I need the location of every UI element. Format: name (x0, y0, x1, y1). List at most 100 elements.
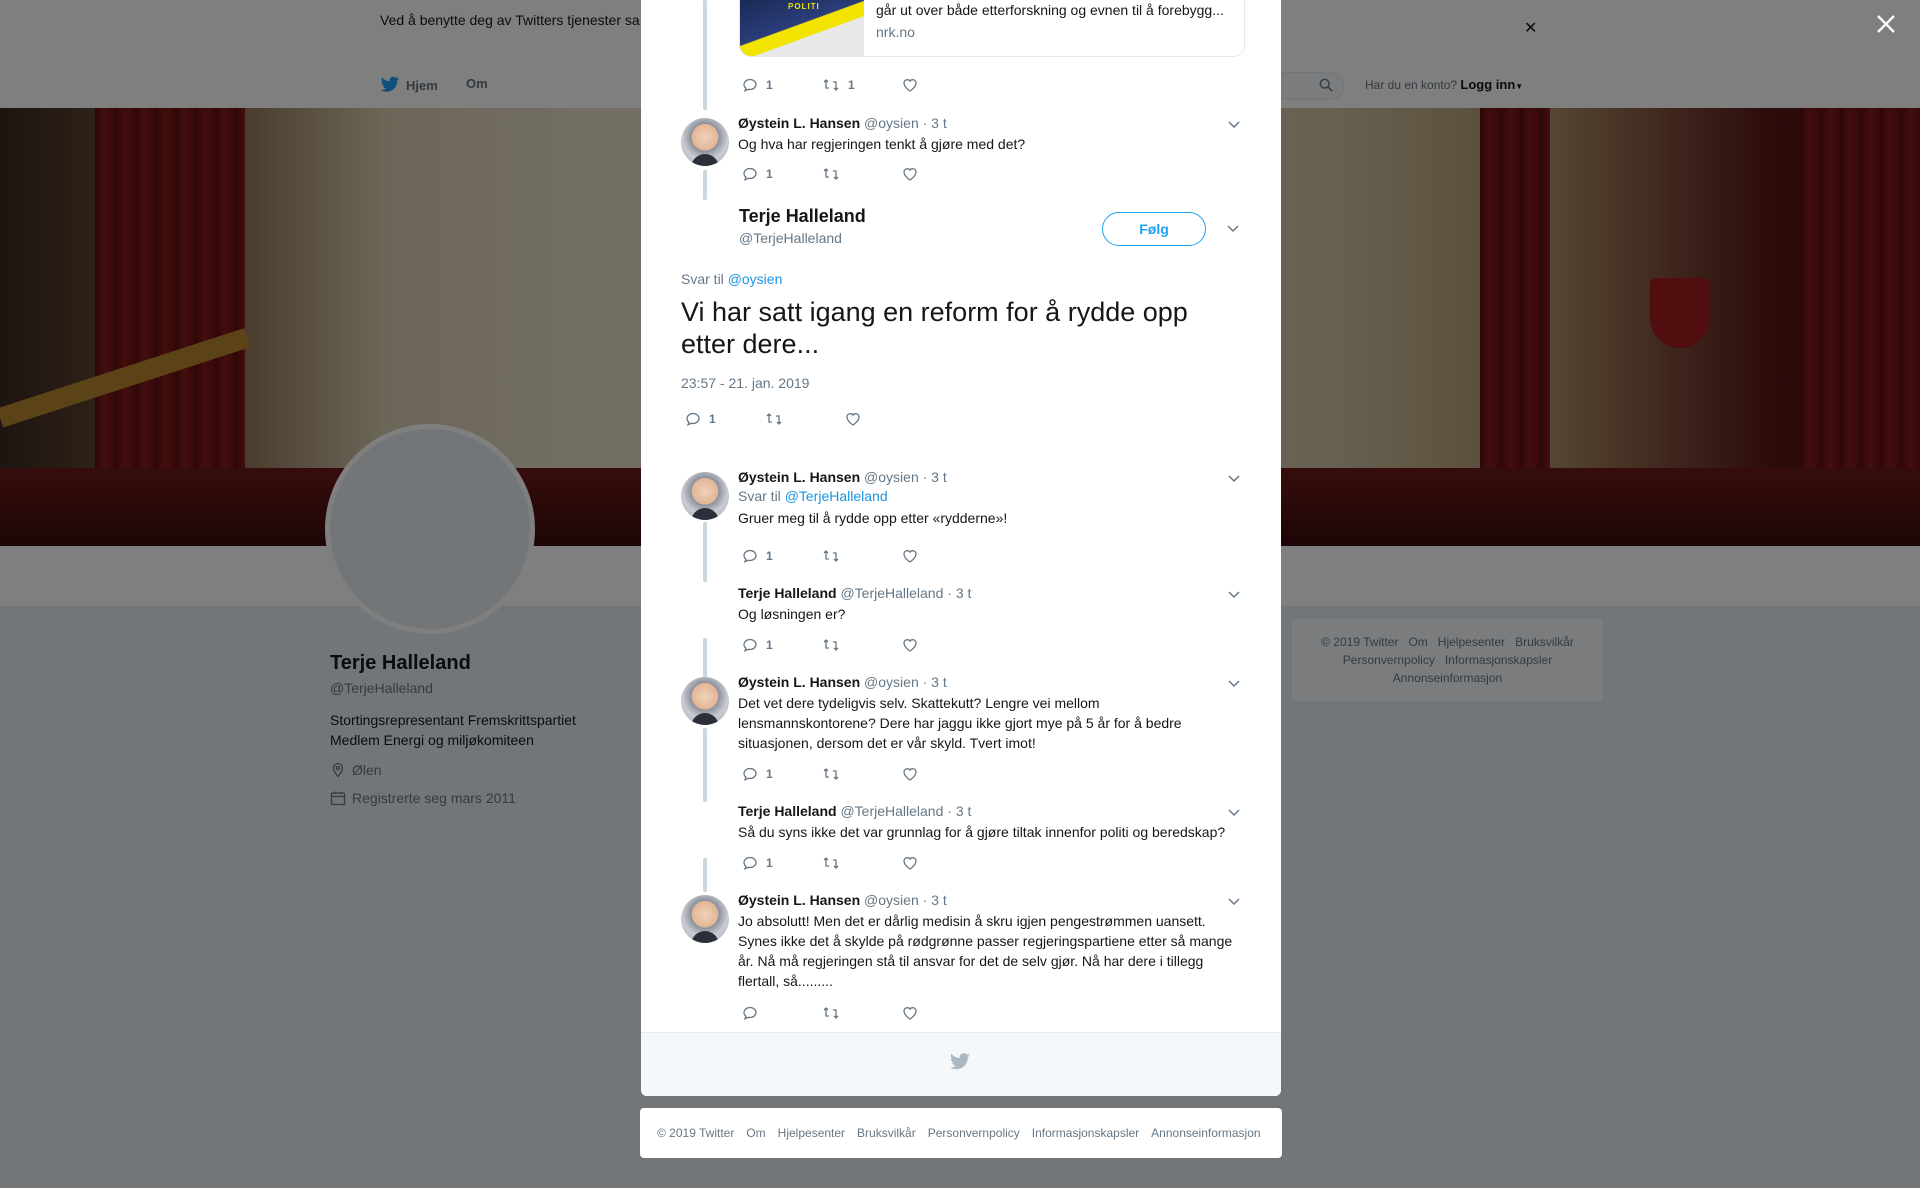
chevron-down-icon[interactable] (1226, 675, 1242, 691)
tweet-time[interactable]: · 3 t (923, 115, 947, 131)
reply-icon (686, 412, 700, 427)
tweet-author-handle[interactable]: @oysien (864, 674, 919, 690)
reply-button[interactable] (742, 1005, 822, 1021)
tweet[interactable]: Øystein L. Hansen @oysien · 3 t Jo absol… (681, 891, 1241, 1001)
link-preview-card[interactable]: POLITI går ut over både etterforskning o… (739, 0, 1245, 57)
tweet[interactable]: Øystein L. Hansen @oysien · 3 t Det vet … (681, 673, 1241, 763)
retweet-button[interactable] (765, 411, 845, 427)
avatar[interactable] (681, 118, 729, 166)
tweet[interactable]: Terje Halleland @TerjeHalleland · 3 t Så… (681, 802, 1241, 852)
tweet-actions: 1 (742, 164, 982, 184)
tweet-author-name[interactable]: Øystein L. Hansen (738, 674, 860, 690)
tweet-reply-context: Svar til @TerjeHalleland (738, 488, 1238, 504)
heart-icon (903, 639, 917, 652)
tweet-author-handle[interactable]: @oysien (864, 892, 919, 908)
tweet[interactable]: Terje Halleland @TerjeHalleland · 3 t Og… (681, 584, 1241, 634)
tweet-time[interactable]: · 3 t (947, 803, 971, 819)
reply-button[interactable]: 1 (742, 548, 822, 564)
tweet-body: Terje Halleland @TerjeHalleland · 3 t Så… (738, 802, 1240, 842)
retweet-button[interactable] (822, 1005, 902, 1021)
tweet-time[interactable]: · 3 t (923, 892, 947, 908)
chevron-down-icon[interactable] (1226, 470, 1242, 486)
main-tweet-author-name[interactable]: Terje Halleland (739, 206, 866, 227)
retweet-button[interactable] (822, 766, 902, 782)
tweet-actions: 1 (742, 546, 982, 566)
tweet-author-name[interactable]: Øystein L. Hansen (738, 892, 860, 908)
tweet-time[interactable]: · 3 t (923, 674, 947, 690)
retweet-button[interactable] (822, 548, 902, 564)
reply-button[interactable]: 1 (742, 637, 822, 653)
tweet[interactable]: Øystein L. Hansen @oysien · 3 t Svar til… (681, 468, 1241, 558)
tweet-time[interactable]: · 3 t (947, 585, 971, 601)
retweet-button[interactable]: 1 (822, 77, 902, 93)
reply-icon (743, 767, 757, 782)
reply-button[interactable]: 1 (742, 855, 822, 871)
footer-link[interactable]: Personvernpolicy (928, 1126, 1020, 1140)
tweet-author-name[interactable]: Terje Halleland (738, 585, 837, 601)
reply-count: 1 (766, 856, 773, 870)
tweet-body: Øystein L. Hansen @oysien · 3 t Svar til… (738, 468, 1240, 528)
reply-button[interactable]: 1 (685, 411, 765, 427)
tweet-header: Øystein L. Hansen @oysien · 3 t (738, 114, 1238, 132)
retweet-button[interactable] (822, 166, 902, 182)
like-button[interactable] (902, 1005, 982, 1021)
chevron-down-icon[interactable] (1226, 586, 1242, 602)
reply-button[interactable]: 1 (742, 766, 822, 782)
tweet-body: Øystein L. Hansen @oysien · 3 t Og hva h… (738, 114, 1240, 154)
tweet-author-name[interactable]: Øystein L. Hansen (738, 115, 860, 131)
footer-link[interactable]: © 2019 Twitter (657, 1126, 734, 1140)
avatar[interactable] (681, 677, 729, 725)
footer-link[interactable]: Hjelpesenter (778, 1126, 845, 1140)
avatar[interactable] (681, 895, 729, 943)
footer-link[interactable]: Om (746, 1126, 765, 1140)
chevron-down-icon[interactable] (1226, 804, 1242, 820)
tweet-author-handle[interactable]: @oysien (864, 115, 919, 131)
retweet-icon (823, 168, 839, 180)
modal-footer (641, 1032, 1281, 1096)
tweet-author-name[interactable]: Terje Halleland (738, 803, 837, 819)
retweet-button[interactable] (822, 637, 902, 653)
main-tweet-author-handle[interactable]: @TerjeHalleland (739, 230, 842, 246)
avatar[interactable] (681, 472, 729, 520)
tweet-actions: 1 (742, 764, 982, 784)
heart-icon (903, 857, 917, 870)
reply-icon (743, 549, 757, 564)
like-button[interactable] (902, 766, 982, 782)
reply-button[interactable]: 1 (742, 77, 822, 93)
tweet-author-name[interactable]: Øystein L. Hansen (738, 469, 860, 485)
reply-button[interactable]: 1 (742, 166, 822, 182)
follow-button[interactable]: Følg (1102, 212, 1206, 246)
link-card-image: POLITI (740, 0, 864, 56)
tweet-actions (742, 1003, 982, 1023)
tweet-header: Øystein L. Hansen @oysien · 3 t (738, 468, 1238, 486)
chevron-down-icon[interactable] (1225, 220, 1241, 236)
tweet-header: Terje Halleland @TerjeHalleland · 3 t (738, 584, 1238, 602)
retweet-button[interactable] (822, 855, 902, 871)
tweet-author-handle[interactable]: @TerjeHalleland (840, 803, 943, 819)
tweet-time[interactable]: · 3 t (923, 469, 947, 485)
like-button[interactable] (902, 548, 982, 564)
tweet-author-handle[interactable]: @oysien (864, 469, 919, 485)
reply-count: 1 (766, 78, 773, 92)
heart-icon (903, 1007, 917, 1020)
reply-count: 1 (766, 167, 773, 181)
like-button[interactable] (902, 855, 982, 871)
reply-to-link[interactable]: @oysien (728, 271, 783, 287)
tweet-text: Det vet dere tydeligvis selv. Skattekutt… (738, 695, 1182, 751)
main-tweet-timestamp[interactable]: 23:57 - 21. jan. 2019 (681, 375, 809, 391)
reply-to-link[interactable]: @TerjeHalleland (785, 488, 888, 504)
footer-link[interactable]: Annonseinformasjon (1151, 1126, 1260, 1140)
like-button[interactable] (845, 411, 925, 427)
footer-link[interactable]: Bruksvilkår (857, 1126, 916, 1140)
link-card-image-text: POLITI (788, 2, 820, 11)
page-footer: © 2019 Twitter Om Hjelpesenter Bruksvilk… (640, 1108, 1282, 1158)
chevron-down-icon[interactable] (1226, 893, 1242, 909)
thread-line (703, 638, 707, 678)
chevron-down-icon[interactable] (1226, 116, 1242, 132)
like-button[interactable] (902, 77, 982, 93)
close-icon[interactable] (1874, 12, 1898, 36)
tweet-author-handle[interactable]: @TerjeHalleland (840, 585, 943, 601)
like-button[interactable] (902, 166, 982, 182)
footer-link[interactable]: Informasjonskapsler (1032, 1126, 1139, 1140)
like-button[interactable] (902, 637, 982, 653)
